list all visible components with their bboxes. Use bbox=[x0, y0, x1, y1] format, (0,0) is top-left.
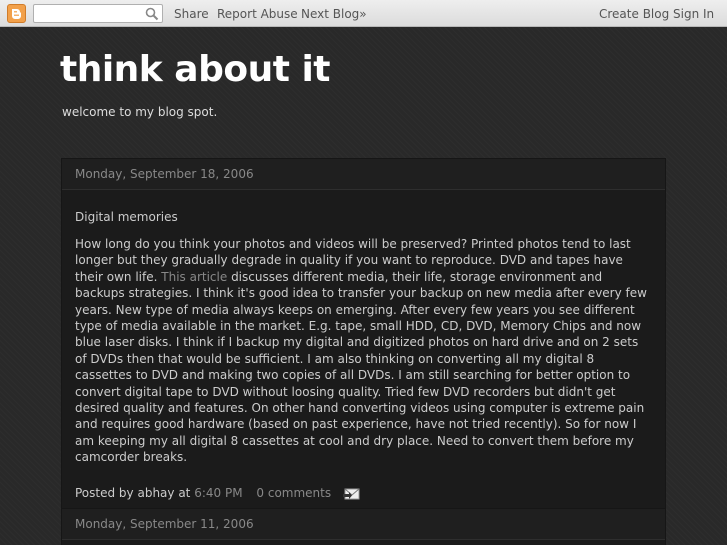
post-card: Monday, September 18, 2006 Digital memor… bbox=[61, 158, 666, 517]
posted-by-label: Posted by bbox=[75, 485, 134, 500]
search-input[interactable] bbox=[33, 4, 163, 23]
article-link[interactable]: This article bbox=[161, 270, 227, 284]
share-link[interactable]: Share bbox=[174, 7, 209, 21]
post-date: Monday, September 18, 2006 bbox=[62, 159, 665, 190]
at-label: at bbox=[178, 485, 191, 500]
post-card: Monday, September 11, 2006 bbox=[61, 508, 666, 545]
blogger-navbar: Share Report Abuse Next Blog» Create Blo… bbox=[0, 0, 727, 27]
email-post-icon[interactable] bbox=[342, 487, 361, 500]
blog-description: welcome to my blog spot. bbox=[62, 105, 218, 119]
next-blog-link[interactable]: Next Blog» bbox=[301, 7, 367, 21]
post-body: Digital memories How long do you think y… bbox=[62, 190, 665, 516]
post-text-after-link: discusses different media, their life, s… bbox=[75, 269, 647, 465]
report-abuse-link[interactable]: Report Abuse bbox=[217, 7, 298, 21]
blogger-logo-icon[interactable] bbox=[7, 4, 26, 23]
sign-in-link[interactable]: Sign In bbox=[673, 7, 714, 21]
search-icon[interactable] bbox=[145, 7, 159, 21]
post-title[interactable]: Digital memories bbox=[75, 210, 652, 224]
comments-link[interactable]: 0 comments bbox=[256, 486, 331, 500]
post-date: Monday, September 11, 2006 bbox=[62, 509, 665, 540]
post-text: How long do you think your photos and vi… bbox=[75, 236, 652, 466]
post-author: abhay bbox=[137, 485, 175, 500]
post-timestamp-link[interactable]: 6:40 PM bbox=[194, 486, 242, 500]
create-blog-link[interactable]: Create Blog bbox=[599, 7, 669, 21]
blog-title[interactable]: think about it bbox=[60, 49, 331, 90]
